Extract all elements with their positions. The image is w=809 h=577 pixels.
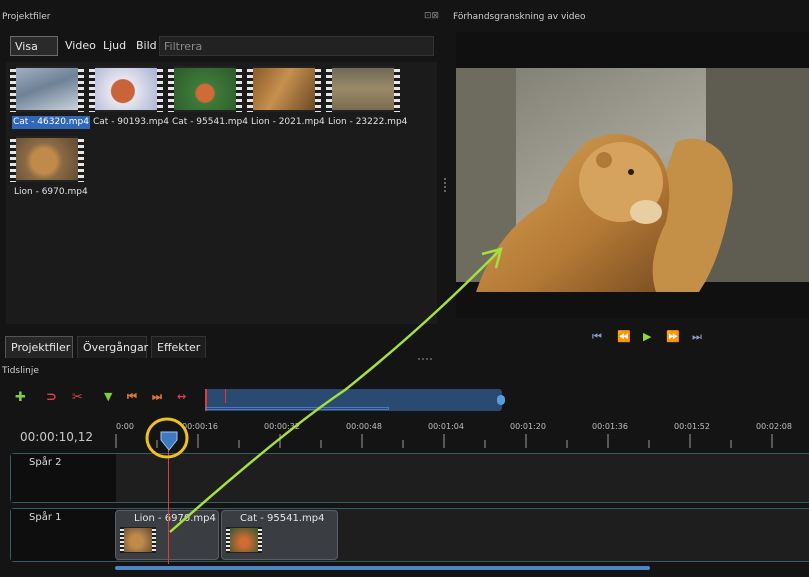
- file-name-cat-95541[interactable]: Cat - 95541.mp4: [171, 116, 249, 129]
- zoom-slider-position-line: [225, 389, 226, 403]
- file-name-lion-6970[interactable]: Lion - 6970.mp4: [13, 186, 89, 199]
- timeline-clip-lion-6970[interactable]: Lion - 6970.mp4: [115, 510, 219, 560]
- clip-name: Cat - 95541.mp4: [240, 513, 325, 524]
- next-marker-icon[interactable]: ⏭: [152, 390, 162, 404]
- preview-panel-title: Förhandsgranskning av video: [453, 12, 586, 22]
- play-button[interactable]: ▶: [643, 330, 651, 343]
- timeline-clip-cat-95541[interactable]: Cat - 95541.mp4: [221, 510, 338, 560]
- track-spar-2[interactable]: Spår 2: [10, 453, 809, 503]
- playhead-handle-icon[interactable]: [160, 430, 178, 452]
- time-ruler-ticks[interactable]: [0, 430, 809, 452]
- file-name-cat-46320[interactable]: Cat - 46320.mp4: [12, 116, 90, 129]
- previous-marker-icon[interactable]: ⏮: [127, 390, 137, 404]
- video-preview-area: [456, 32, 809, 318]
- snap-magnet-icon[interactable]: ⊃: [46, 390, 57, 405]
- playhead-line: [168, 440, 169, 564]
- filter-tab-audio[interactable]: Ljud: [99, 36, 130, 56]
- file-name-cat-90193[interactable]: Cat - 90193.mp4: [92, 116, 170, 129]
- file-thumbnail-lion-23222[interactable]: [326, 66, 400, 112]
- file-thumbnail-cat-90193[interactable]: [89, 66, 163, 112]
- jump-start-button[interactable]: ⏮: [592, 330, 602, 344]
- filter-tab-show-all[interactable]: Visa allt: [10, 36, 58, 73]
- file-name-lion-2021[interactable]: Lion - 2021.mp4: [250, 116, 326, 129]
- dock-splitter-handle[interactable]: [418, 358, 432, 362]
- file-thumbnail-lion-6970[interactable]: [10, 136, 84, 182]
- fast-forward-button[interactable]: ⏩: [666, 330, 680, 343]
- track-header[interactable]: Spår 2: [11, 454, 116, 502]
- add-marker-icon[interactable]: ▼: [104, 390, 112, 403]
- clip-thumbnail: [226, 527, 262, 553]
- clip-name: Lion - 6970.mp4: [134, 513, 216, 524]
- jump-end-button[interactable]: ⏭: [692, 330, 702, 344]
- file-thumbnail-cat-46320[interactable]: [10, 66, 84, 112]
- timeline-panel-title: Tidslinje: [2, 366, 39, 376]
- file-thumbnail-cat-95541[interactable]: [168, 66, 242, 112]
- center-timeline-icon[interactable]: ↔: [177, 390, 186, 403]
- zoom-slider-right-handle[interactable]: [497, 395, 505, 405]
- file-name-lion-23222[interactable]: Lion - 23222.mp4: [327, 116, 408, 129]
- undock-icon[interactable]: ⊡⊠: [424, 11, 439, 21]
- file-thumbnail-lion-2021[interactable]: [247, 66, 321, 112]
- filter-tab-video[interactable]: Video: [61, 36, 96, 56]
- filter-tab-image[interactable]: Bild: [132, 36, 160, 56]
- timeline-horizontal-scrollbar[interactable]: [115, 566, 650, 570]
- filter-input[interactable]: [159, 36, 434, 56]
- clip-thumbnail: [120, 527, 156, 553]
- tab-project-files[interactable]: Projektfiler: [5, 336, 73, 358]
- zoom-slider-range: [205, 407, 389, 410]
- add-track-button[interactable]: ✚: [15, 390, 26, 405]
- track-name: Spår 2: [29, 457, 62, 468]
- tab-effects[interactable]: Effekter: [151, 336, 206, 358]
- project-files-panel-title: Projektfiler: [2, 12, 51, 22]
- rewind-button[interactable]: ⏪: [617, 330, 631, 343]
- track-header[interactable]: Spår 1: [11, 509, 116, 561]
- track-name: Spår 1: [29, 512, 62, 523]
- tab-transitions[interactable]: Övergångar: [77, 336, 148, 358]
- panel-splitter-handle[interactable]: [444, 178, 448, 192]
- razor-scissors-icon[interactable]: ✂: [72, 390, 83, 405]
- video-preview-frame: [456, 68, 809, 292]
